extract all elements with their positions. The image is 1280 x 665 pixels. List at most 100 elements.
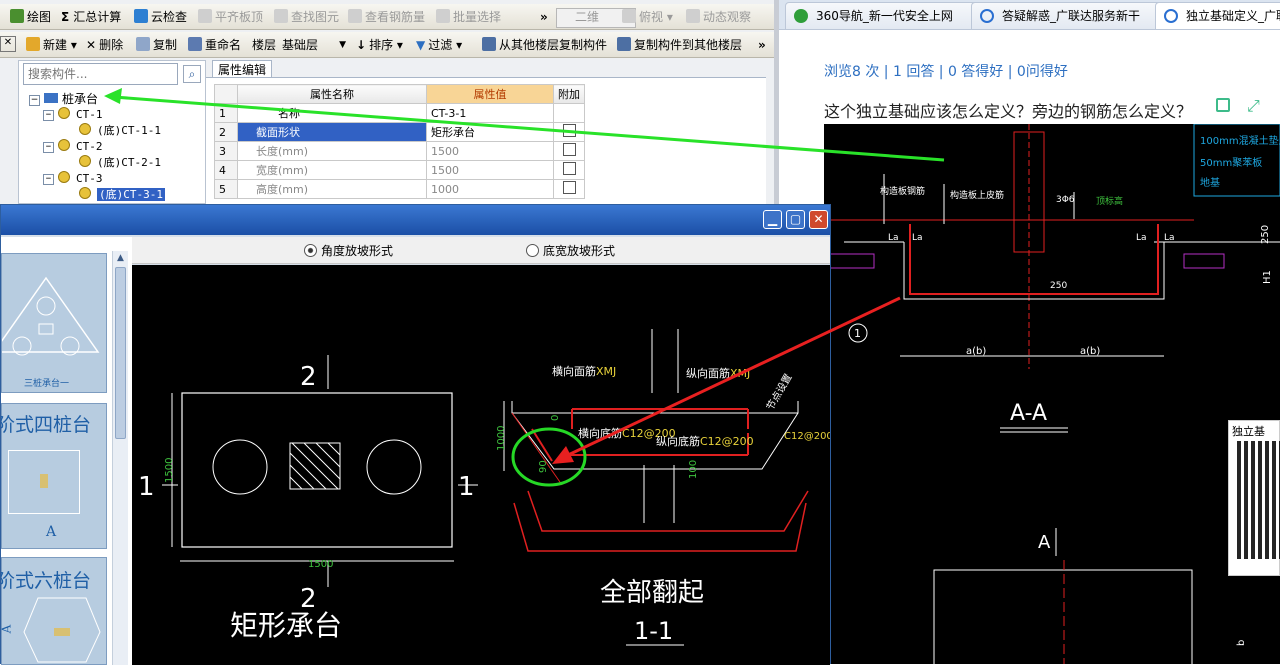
- prop-name: 长度(mm): [237, 141, 427, 161]
- collapse-icon[interactable]: −: [43, 142, 54, 153]
- prop-value[interactable]: 1500: [426, 141, 554, 161]
- flat-plate-icon: [198, 9, 212, 23]
- qr-code[interactable]: [1237, 441, 1280, 559]
- label-right-tag: C12@200: [784, 431, 830, 442]
- row-num-header: [214, 84, 238, 104]
- minimize-button[interactable]: ▁: [763, 210, 782, 229]
- prop-value[interactable]: 1000: [426, 179, 554, 199]
- search-icon[interactable]: ⌕: [183, 65, 201, 83]
- cad-label: 250: [1050, 281, 1067, 291]
- copy-button[interactable]: 复制: [136, 32, 177, 58]
- prop-name: 宽度(mm): [237, 160, 427, 180]
- toolbar1-more[interactable]: »: [540, 4, 548, 30]
- find-element-button[interactable]: 查找图元: [274, 4, 339, 30]
- delete-button[interactable]: ✕ 删除: [86, 32, 123, 58]
- thumb-scrollbar[interactable]: ▲: [112, 251, 128, 665]
- floor-select[interactable]: 基础层 ▼: [282, 32, 348, 58]
- table-row[interactable]: 2 截面形状 矩形承台: [214, 122, 585, 142]
- prop-name: 名称: [237, 103, 427, 123]
- dynamic-view-button[interactable]: 动态观察: [686, 4, 751, 30]
- gear-icon: [58, 139, 70, 151]
- cad-label: a(b): [1080, 346, 1100, 357]
- batch-select-icon: [436, 9, 450, 23]
- tree-root[interactable]: − 桩承台: [29, 91, 98, 107]
- table-row[interactable]: 5 高度(mm) 1000: [214, 179, 585, 199]
- tree-child-ct3-1[interactable]: (底)CT-3-1: [79, 187, 165, 203]
- collapse-icon[interactable]: −: [43, 110, 54, 121]
- tree-item-label: CT-2: [76, 140, 103, 153]
- cloud-check-button[interactable]: 云检查: [134, 4, 187, 30]
- browser-tab-360[interactable]: 360导航_新一代安全上网✕: [785, 2, 1001, 29]
- view-rebar-button[interactable]: 查看钢筋量: [348, 4, 425, 30]
- extra-checkbox[interactable]: [562, 124, 576, 137]
- search-box: ⌕: [23, 63, 203, 87]
- floor-value: 基础层: [282, 38, 319, 52]
- copy-from-floor-button[interactable]: 从其他楼层复制构件: [482, 32, 607, 58]
- pile-cap-icon: [44, 93, 58, 103]
- tree-item-ct3[interactable]: − CT-3: [43, 171, 103, 187]
- prop-name: 高度(mm): [237, 179, 427, 199]
- flat-plate-button[interactable]: 平齐板顶: [198, 4, 263, 30]
- rename-button[interactable]: 重命名: [188, 32, 241, 58]
- sigma-icon: Σ: [61, 10, 70, 24]
- tree-child-label: (底)CT-2-1: [97, 156, 161, 169]
- copy-to-floor-label: 复制构件到其他楼层: [634, 38, 743, 52]
- new-button[interactable]: 新建 ▾: [26, 32, 77, 58]
- tree-child-ct1-1[interactable]: (底)CT-1-1: [79, 123, 161, 139]
- toolbar-main: 绘图 Σ汇总计算 云检查 平齐板顶 查找图元 查看钢筋量 批量选择 » 二维▼ …: [0, 4, 774, 30]
- extra-checkbox[interactable]: [562, 143, 576, 156]
- prop-value[interactable]: CT-3-1: [426, 103, 554, 123]
- table-row[interactable]: 4 宽度(mm) 1500: [214, 160, 585, 180]
- radio-width-slope[interactable]: 底宽放坡形式: [526, 242, 615, 259]
- thumb-three-pile[interactable]: 三桩承台一: [1, 253, 107, 393]
- filter-button[interactable]: ▼ 过滤 ▾: [416, 32, 462, 58]
- property-tab[interactable]: 属性编辑: [212, 60, 272, 78]
- table-header-row: 属性名称 属性值 附加: [214, 84, 585, 104]
- tree-item-ct2[interactable]: − CT-2: [43, 139, 103, 155]
- radio-angle-slope[interactable]: 角度放坡形式: [304, 242, 393, 259]
- drawing-canvas: 2 2 1 1 1500 1500 矩形承台 1000 0 90 100 横向面…: [132, 265, 830, 665]
- label-top-v: 纵向面筋XMJ: [686, 366, 750, 380]
- close-button[interactable]: ✕: [809, 210, 828, 229]
- delete-label: 删除: [99, 38, 124, 52]
- cad-note: 100mm混凝土垫层: [1200, 134, 1280, 147]
- plan-outline: [181, 392, 453, 548]
- row-num: 1: [214, 103, 238, 123]
- prop-value[interactable]: 矩形承台: [426, 122, 554, 142]
- table-row[interactable]: 1 名称 CT-3-1: [214, 103, 585, 123]
- scroll-up-icon[interactable]: ▲: [113, 251, 128, 265]
- tree-child-ct2-1[interactable]: (底)CT-2-1: [79, 155, 161, 171]
- maximize-button[interactable]: ▢: [786, 210, 805, 229]
- cad-note: 50mm聚苯板: [1200, 156, 1262, 169]
- dim-vertical: 1500: [164, 458, 175, 483]
- collapse-icon[interactable]: −: [43, 174, 54, 185]
- sort-button[interactable]: ↓ 排序 ▾: [356, 32, 403, 58]
- rename-icon: [188, 37, 202, 51]
- copy-to-floor-button[interactable]: 复制构件到其他楼层: [617, 32, 742, 58]
- pile-circle: [366, 439, 422, 495]
- collapse-icon[interactable]: −: [29, 95, 40, 106]
- copy-icon[interactable]: [1216, 98, 1230, 112]
- table-row[interactable]: 3 长度(mm) 1500: [214, 141, 585, 161]
- dialog-titlebar: [1, 205, 830, 235]
- extra-checkbox[interactable]: [562, 181, 576, 194]
- view-angle-button[interactable]: 俯视 ▾: [622, 4, 673, 30]
- tree-item-ct1[interactable]: − CT-1: [43, 107, 103, 123]
- view-rebar-label: 查看钢筋量: [365, 10, 426, 24]
- browser-tab-glodon-2[interactable]: 独立基础定义_广联达服务: [1155, 2, 1280, 29]
- browser-tab-glodon-1[interactable]: 答疑解惑_广联达服务新干✕: [971, 2, 1185, 29]
- label-slope: 节点设置: [764, 372, 794, 413]
- search-input[interactable]: [23, 63, 178, 85]
- toolbar2-more[interactable]: »: [758, 32, 766, 58]
- batch-select-button[interactable]: 批量选择: [436, 4, 501, 30]
- prop-value[interactable]: 1500: [426, 160, 554, 180]
- extra-checkbox[interactable]: [562, 162, 576, 175]
- expand-icon[interactable]: ⤢: [1247, 96, 1260, 116]
- panel-close-button[interactable]: ✕: [0, 36, 16, 52]
- scroll-thumb[interactable]: [115, 267, 126, 439]
- sum-calc-button[interactable]: Σ 汇总计算: [61, 4, 121, 30]
- copy-label: 复制: [153, 38, 178, 52]
- thumb-four-pile[interactable]: 阶式四桩台 A: [1, 403, 107, 549]
- draw-button[interactable]: 绘图: [10, 4, 51, 30]
- thumb-six-pile[interactable]: 阶式六桩台 A: [1, 557, 107, 665]
